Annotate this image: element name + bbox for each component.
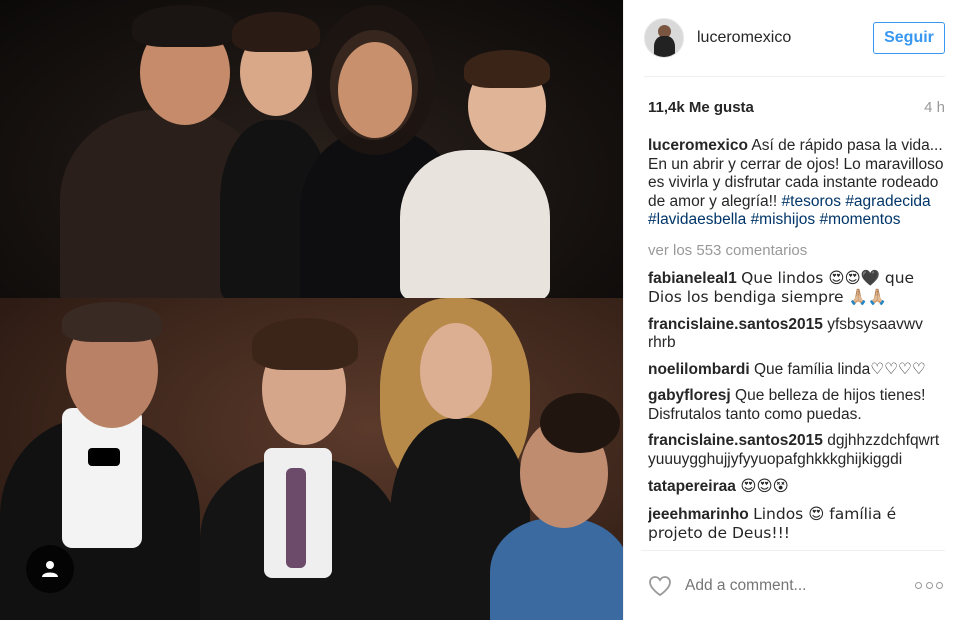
hashtag-link[interactable]: #momentos: [819, 211, 900, 228]
photo-top-half: [0, 0, 623, 310]
heart-icon[interactable]: [647, 573, 673, 599]
post-stats: 11,4k Me gusta 4 h: [648, 77, 945, 137]
follow-button[interactable]: Seguir: [873, 22, 945, 54]
hashtag-link[interactable]: #tesoros: [782, 193, 841, 210]
username-link[interactable]: luceromexico: [697, 29, 791, 47]
person-tag-icon[interactable]: [26, 545, 74, 593]
more-options-icon[interactable]: [915, 582, 943, 589]
hashtag-link[interactable]: #agradecida: [845, 193, 930, 210]
comment-username[interactable]: tatapereiraa: [648, 478, 736, 495]
comment-username[interactable]: noelilombardi: [648, 361, 750, 378]
photo-bottom-half: [0, 298, 623, 620]
avatar[interactable]: [644, 18, 684, 58]
hashtag-link[interactable]: #mishijos: [751, 211, 816, 228]
comment-username[interactable]: jeeehmarinho: [648, 506, 749, 523]
comment-text: 😍😍😵: [740, 477, 789, 495]
comment-username[interactable]: francislaine.santos2015: [648, 432, 823, 449]
comment-item: gabyfloresj Que belleza de hijos tienes!…: [648, 387, 945, 424]
comment-item: francislaine.santos2015 yfsbsysaavwv rhr…: [648, 316, 945, 353]
comment-item: noelilombardi Que família linda♡♡♡♡: [648, 361, 945, 380]
comment-item: jeeehmarinho Lindos 😍 família é projeto …: [648, 505, 945, 544]
caption-username[interactable]: luceromexico: [648, 137, 748, 154]
comment-username[interactable]: fabianeleal1: [648, 270, 737, 287]
post-sidebar: luceromexico Seguir 11,4k Me gusta 4 h l…: [623, 0, 962, 620]
comment-item: tatapereiraa 😍😍😵: [648, 477, 945, 497]
comment-username[interactable]: francislaine.santos2015: [648, 316, 823, 333]
post-header: luceromexico Seguir: [644, 0, 945, 77]
likes-count[interactable]: 11,4k Me gusta: [648, 99, 754, 116]
comment-text: Que família linda♡♡♡♡: [753, 360, 926, 378]
comments-list: luceromexico Así de rápido pasa la vida.…: [648, 137, 945, 547]
view-comments-link[interactable]: ver los 553 comentarios: [648, 242, 945, 259]
post-photo[interactable]: [0, 0, 623, 620]
comment-username[interactable]: gabyfloresj: [648, 387, 731, 404]
caption: luceromexico Así de rápido pasa la vida.…: [648, 137, 945, 230]
comment-bar: [641, 550, 945, 620]
post-time[interactable]: 4 h: [924, 99, 945, 116]
comment-item: fabianeleal1 Que lindos 😍😍🖤 que Dios los…: [648, 269, 945, 308]
comment-item: francislaine.santos2015 dgjhhzzdchfqwrt …: [648, 432, 945, 469]
comment-input[interactable]: [685, 576, 915, 595]
hashtag-link[interactable]: #lavidaesbella: [648, 211, 746, 228]
